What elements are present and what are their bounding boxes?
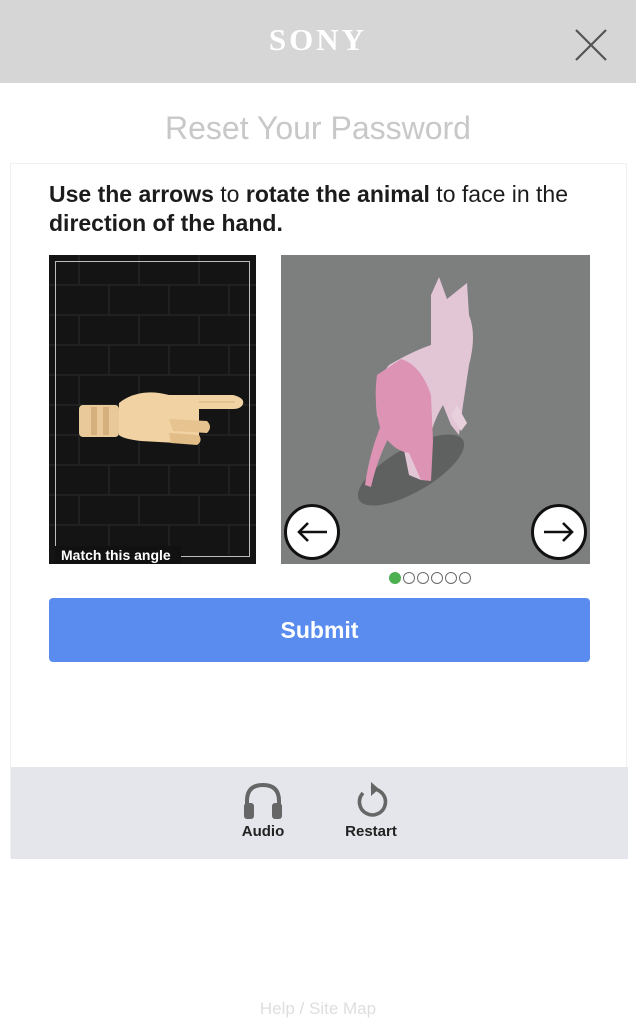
sony-logo: SONY (268, 22, 368, 57)
rotate-right-button[interactable] (531, 504, 587, 560)
page-title: Reset Your Password (165, 110, 471, 146)
progress-dot (417, 572, 429, 584)
header-bar: SONY (0, 0, 636, 83)
headphones-icon (244, 782, 282, 819)
progress-dot (403, 572, 415, 584)
arrow-right-icon (544, 522, 574, 542)
progress-indicator (389, 572, 471, 586)
progress-dot (445, 572, 457, 584)
audio-button[interactable]: Audio (223, 781, 303, 840)
submit-button[interactable]: Submit (49, 598, 590, 662)
progress-dot (459, 572, 471, 584)
restart-label: Restart (345, 823, 397, 840)
progress-dot (431, 572, 443, 584)
progress-dot (389, 572, 401, 584)
close-icon (575, 29, 607, 61)
restart-icon (357, 782, 388, 817)
captcha-card: Use the arrows to rotate the animal to f… (10, 163, 628, 859)
rotate-left-button[interactable] (284, 504, 340, 560)
captcha-tools-bar: Audio Restart (11, 767, 628, 859)
instruction-text: Use the arrows to rotate the animal to f… (49, 181, 569, 236)
rotatable-animal-image (281, 255, 590, 564)
audio-label: Audio (241, 823, 285, 840)
arrow-left-icon (297, 522, 327, 542)
reference-frame (55, 261, 250, 557)
close-button[interactable] (570, 24, 612, 66)
reference-image: Match this angle (49, 255, 256, 564)
restart-button[interactable]: Restart (331, 781, 411, 840)
reference-caption: Match this angle (55, 546, 181, 564)
help-site-map-link[interactable]: Help / Site Map (0, 999, 636, 1019)
